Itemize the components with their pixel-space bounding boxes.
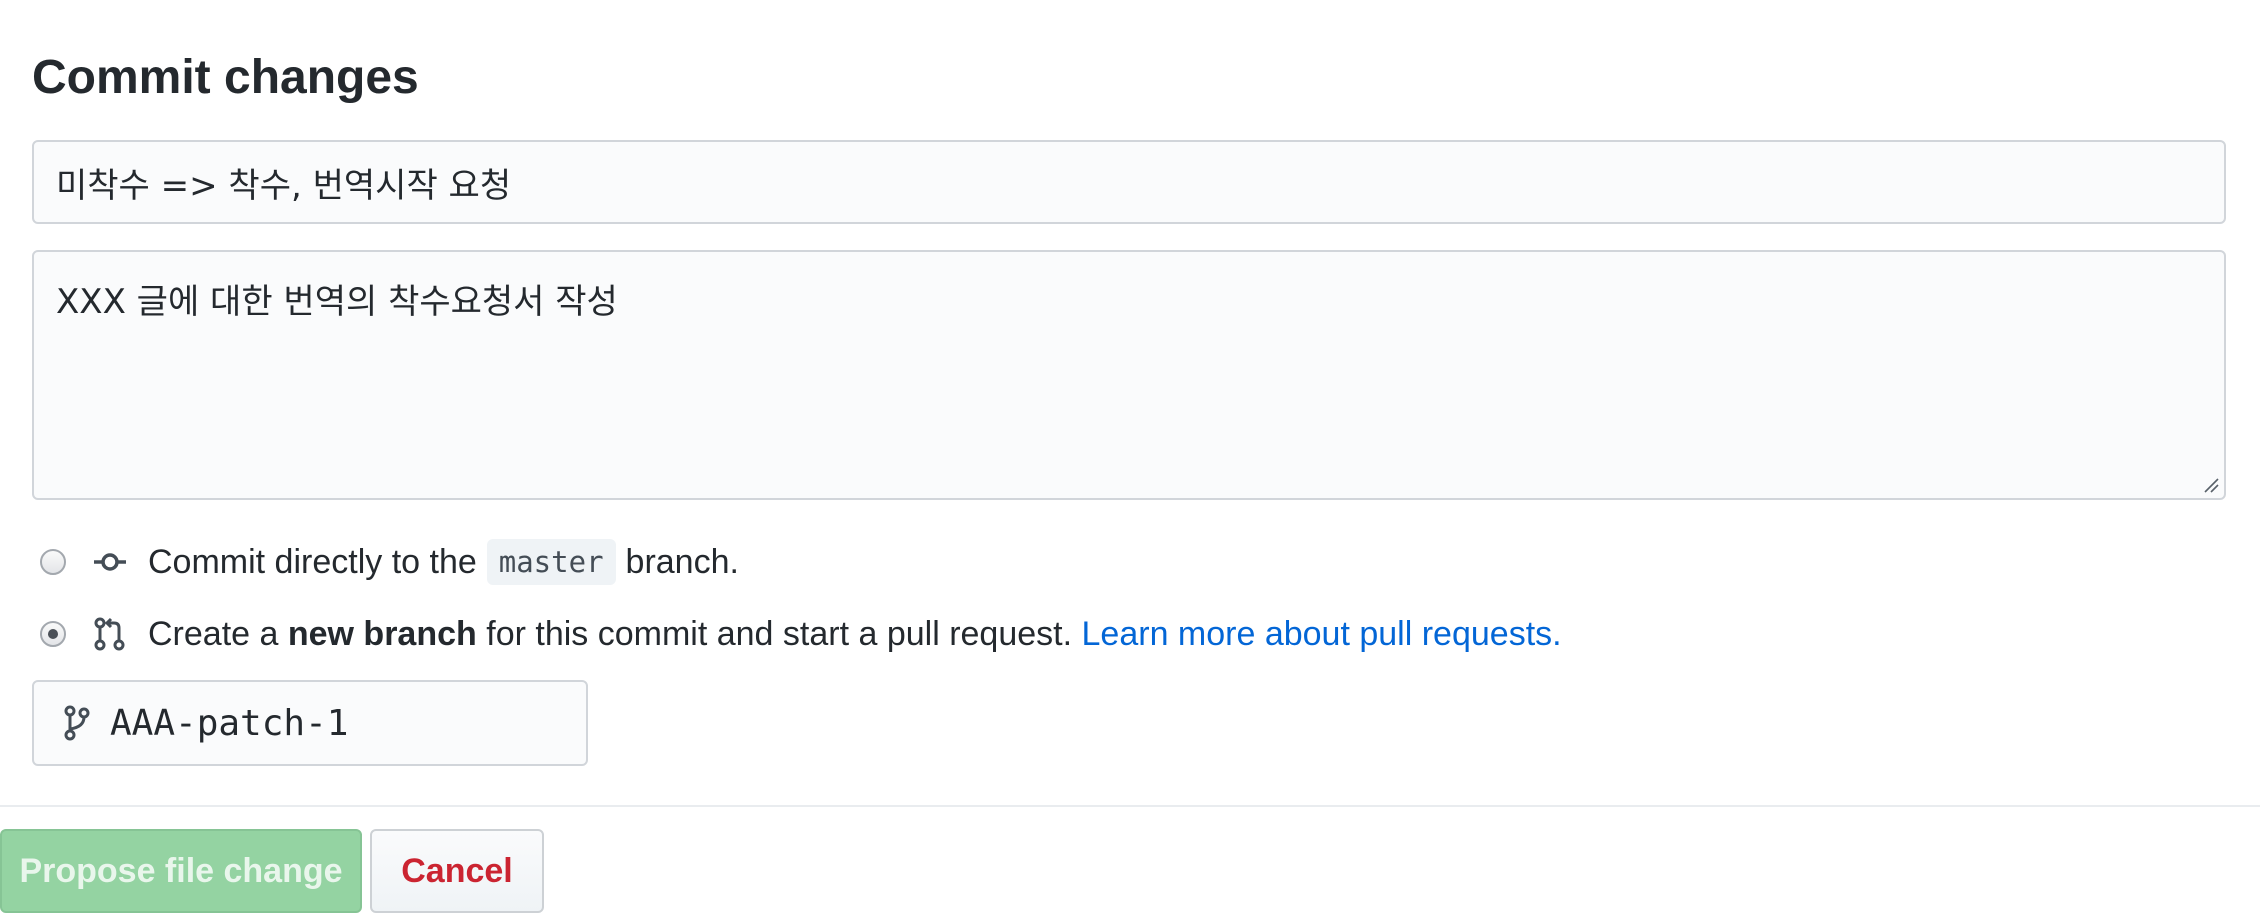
- commit-summary-value: 미착수 => 착수, 번역시작 요청: [56, 165, 512, 206]
- commit-direct-radio[interactable]: [40, 549, 66, 575]
- commit-direct-option[interactable]: Commit directly to the master branch.: [40, 536, 739, 588]
- commit-direct-suffix: branch.: [625, 542, 739, 581]
- branch-name-field[interactable]: AAA-patch-1: [32, 680, 588, 766]
- page-title: Commit changes: [32, 51, 419, 104]
- commit-changes-panel: Commit changes 미착수 => 착수, 번역시작 요청 XXX 글에…: [0, 0, 2260, 918]
- divider: [0, 805, 2260, 807]
- learn-more-link[interactable]: Learn more about pull requests.: [1082, 615, 1562, 654]
- git-commit-icon: [94, 553, 126, 571]
- commit-description-value: XXX 글에 대한 번역의 착수요청서 작성: [56, 282, 618, 322]
- master-branch-chip: master: [486, 539, 616, 585]
- branch-name-input[interactable]: AAA-patch-1: [110, 703, 348, 744]
- new-branch-radio[interactable]: [40, 621, 66, 647]
- git-branch-icon: [64, 705, 90, 741]
- commit-direct-text: Commit directly to the: [148, 542, 477, 581]
- new-branch-bold: new branch: [287, 614, 477, 653]
- new-branch-option[interactable]: Create a new branch for this commit and …: [40, 608, 1562, 660]
- new-branch-prefix: Create a: [148, 614, 279, 653]
- commit-summary-input[interactable]: 미착수 => 착수, 번역시작 요청: [32, 140, 2226, 224]
- new-branch-middle: for this commit and start a pull request…: [486, 614, 1073, 653]
- propose-file-change-button[interactable]: Propose file change: [0, 829, 362, 913]
- cancel-button[interactable]: Cancel: [370, 829, 544, 913]
- resize-handle-icon[interactable]: [2202, 476, 2220, 494]
- git-pull-request-icon: [94, 617, 125, 651]
- commit-description-textarea[interactable]: XXX 글에 대한 번역의 착수요청서 작성: [32, 250, 2226, 500]
